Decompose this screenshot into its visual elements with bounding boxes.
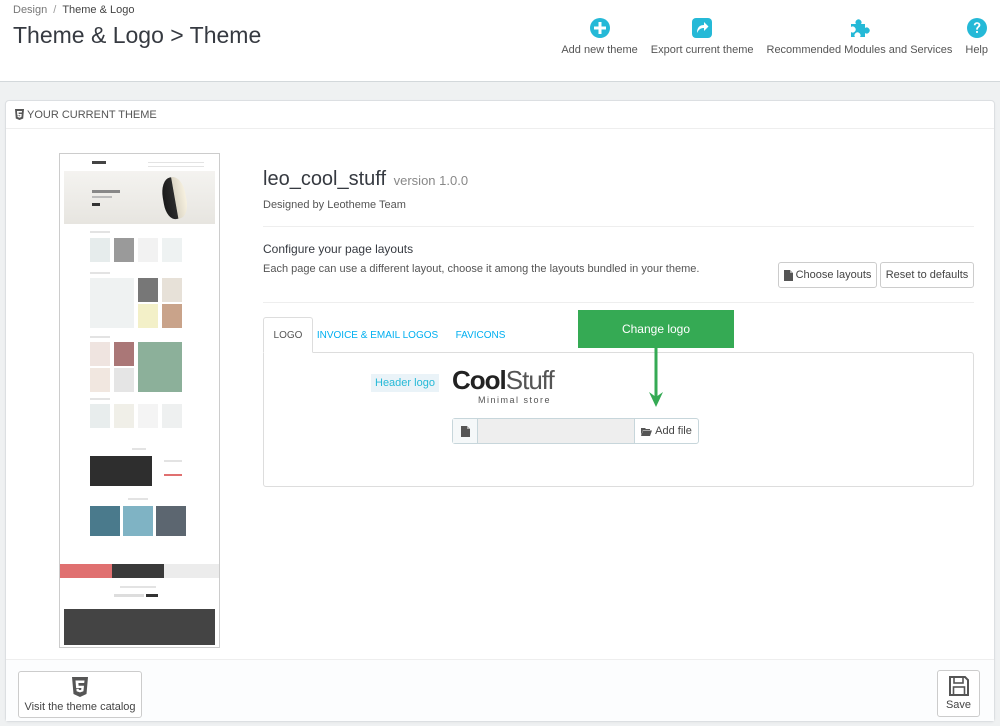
theme-preview-image [59, 153, 220, 648]
choose-layouts-label: Choose layouts [795, 269, 872, 281]
callout-arrow [649, 347, 663, 407]
change-logo-callout: Change logo [578, 310, 734, 348]
preview-footer [64, 609, 215, 645]
add-new-theme-button[interactable]: Add new theme [561, 17, 638, 56]
toolbar: Add new theme Export current theme Recom… [548, 17, 988, 56]
theme-version: version 1.0.0 [393, 173, 469, 188]
save-button[interactable]: Save [937, 670, 980, 717]
file-icon [453, 419, 478, 443]
panel-footer: Visit the theme catalog Save [6, 659, 994, 721]
breadcrumb-current: Theme & Logo [62, 4, 135, 16]
html5-icon [15, 109, 24, 120]
add-file-label: Add file [655, 425, 692, 437]
save-label: Save [945, 699, 972, 711]
panel-heading-text: YOUR CURRENT THEME [27, 108, 157, 121]
export-theme-button[interactable]: Export current theme [651, 17, 754, 56]
preview-hero-banner [64, 171, 215, 224]
add-file-button[interactable]: Add file [634, 419, 698, 443]
export-theme-label: Export current theme [650, 44, 754, 56]
recommended-modules-button[interactable]: Recommended Modules and Services [766, 17, 953, 56]
theme-name: leo_cool_stuff [263, 168, 387, 190]
logo-text-bold: Cool [452, 365, 507, 395]
layouts-description: Each page can use a different layout, ch… [263, 263, 700, 275]
page-header: Design / Theme & Logo Theme & Logo > Theme… [0, 0, 1000, 82]
save-icon [948, 676, 969, 696]
header-logo-label: Header logo [371, 374, 439, 392]
page-title: Theme & Logo > Theme [13, 22, 262, 48]
visit-theme-catalog-button[interactable]: Visit the theme catalog [18, 671, 142, 718]
logo-file-upload: Add file [452, 418, 699, 444]
help-label: Help [965, 44, 988, 56]
visit-theme-catalog-label: Visit the theme catalog [24, 700, 136, 713]
logo-file-input[interactable] [478, 419, 634, 443]
folder-open-icon [641, 427, 653, 436]
choose-layouts-button[interactable]: Choose layouts [778, 262, 877, 288]
help-icon [966, 17, 988, 39]
reset-defaults-button[interactable]: Reset to defaults [880, 262, 974, 288]
tab-favicons[interactable]: FAVICONS [453, 317, 508, 353]
panel-heading: YOUR CURRENT THEME [6, 101, 994, 129]
file-icon [783, 269, 793, 281]
html5-icon [72, 676, 88, 697]
share-icon [691, 17, 713, 39]
divider [263, 302, 974, 303]
theme-name-heading: leo_cool_stuff version 1.0.0 [263, 168, 468, 191]
logo-wordmark: CoolStuff [452, 365, 555, 396]
help-button[interactable]: Help [965, 17, 988, 56]
puzzle-icon [848, 17, 871, 39]
add-new-theme-label: Add new theme [561, 44, 638, 56]
preview-header [64, 156, 215, 170]
tab-invoice-email-logos[interactable]: INVOICE & EMAIL LOGOS [317, 317, 438, 353]
tab-logo[interactable]: LOGO [263, 317, 313, 353]
breadcrumb-parent[interactable]: Design [13, 4, 47, 16]
divider [263, 226, 974, 227]
plus-circle-icon [589, 17, 611, 39]
breadcrumb-separator: / [53, 4, 57, 16]
logo-text-light: Stuff [505, 365, 555, 395]
logo-tagline: Minimal store [478, 395, 552, 405]
current-theme-panel: YOUR CURRENT THEME leo_cool_stuff versio… [5, 100, 995, 722]
recommended-modules-label: Recommended Modules and Services [766, 44, 953, 56]
layouts-title: Configure your page layouts [263, 242, 414, 256]
header-logo-image: CoolStuff Minimal store [452, 365, 592, 407]
theme-author: Designed by Leotheme Team [263, 199, 406, 211]
breadcrumb: Design / Theme & Logo [13, 4, 134, 16]
